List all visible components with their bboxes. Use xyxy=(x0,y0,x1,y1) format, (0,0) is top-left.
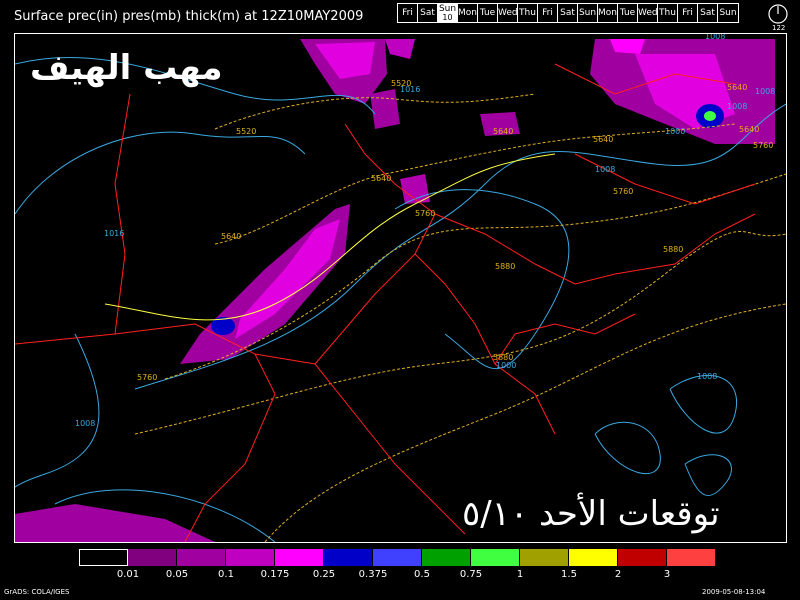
forecast-map: 5520 5520 5640 5640 5640 5640 5640 5760 … xyxy=(14,33,787,543)
legend-swatch xyxy=(275,549,324,566)
legend-tick-label: 0.75 xyxy=(459,569,483,580)
contour-label: 5520 xyxy=(236,127,256,136)
day-cell[interactable]: Sun xyxy=(718,4,738,22)
contour-label: 5760 xyxy=(753,141,773,150)
legend-swatch xyxy=(373,549,422,566)
contour-label: 1008 xyxy=(755,87,775,96)
day-cell[interactable]: Mon xyxy=(458,4,478,22)
legend-tick-label: 0.1 xyxy=(218,569,234,580)
contour-label: 5640 xyxy=(221,232,241,241)
day-cell[interactable]: Fri xyxy=(678,4,698,22)
day-cell[interactable]: Fri xyxy=(398,4,418,22)
contour-label: 1016 xyxy=(400,85,420,94)
map-title: Surface prec(in) pres(mb) thick(m) at 12… xyxy=(14,9,364,24)
overlay-title: مهب الهيف xyxy=(30,48,223,88)
day-cell[interactable]: Wed xyxy=(638,4,658,22)
contour-label: 1008 xyxy=(705,34,725,41)
day-cell[interactable]: Tue xyxy=(618,4,638,22)
legend-tick-label: 0.01 xyxy=(116,569,140,580)
legend-swatch xyxy=(128,549,177,566)
legend-swatch xyxy=(324,549,373,566)
contour-label: 5760 xyxy=(613,187,633,196)
day-cell[interactable]: Wed xyxy=(498,4,518,22)
day-selector[interactable]: Fri Sat Sun 10 Mon Tue Wed Thu Fri Sat Sun Mon Tue We… xyxy=(397,3,739,23)
color-legend xyxy=(79,549,716,566)
contour-label: 1000 xyxy=(665,127,685,136)
legend-tick-label: 0.05 xyxy=(165,569,189,580)
legend-tick-label: 0.5 xyxy=(414,569,430,580)
contour-label: 5760 xyxy=(137,373,157,382)
contour-label: 1016 xyxy=(104,229,124,238)
legend-swatch xyxy=(226,549,275,566)
legend-swatch xyxy=(79,549,128,566)
footer-credit: GrADS: COLA/IGES xyxy=(4,588,70,596)
precip-areas xyxy=(15,39,775,542)
day-cell[interactable]: Sun 10 xyxy=(438,4,458,22)
day-number: 10 xyxy=(442,13,453,22)
contour-label: 5640 xyxy=(739,125,759,134)
day-cell[interactable]: Sat xyxy=(558,4,578,22)
day-cell[interactable]: Thu xyxy=(518,4,538,22)
contour-label: 1008 xyxy=(697,372,717,381)
legend-swatch xyxy=(667,549,716,566)
map-canvas: 5520 5520 5640 5640 5640 5640 5640 5760 … xyxy=(15,34,786,542)
legend-swatch xyxy=(569,549,618,566)
clock-label: 122 xyxy=(772,24,786,32)
contour-label: 5640 xyxy=(371,174,391,183)
day-cell[interactable]: Sat xyxy=(698,4,718,22)
footer-timestamp: 2009-05-08-13:04 xyxy=(702,588,766,596)
legend-swatch xyxy=(618,549,667,566)
legend-tick-label: 3 xyxy=(663,569,671,580)
legend-swatch xyxy=(422,549,471,566)
contour-label: 5640 xyxy=(493,127,513,136)
legend-tick-label: 2 xyxy=(614,569,622,580)
legend-tick-label: 1.5 xyxy=(561,569,577,580)
day-cell[interactable]: Tue xyxy=(478,4,498,22)
contour-label: 5640 xyxy=(727,83,747,92)
contour-label: 5880 xyxy=(663,245,683,254)
legend-tick-label: 0.175 xyxy=(260,569,290,580)
day-cell[interactable]: Fri xyxy=(538,4,558,22)
legend-tick-label: 0.375 xyxy=(358,569,388,580)
legend-tick-label: 1 xyxy=(516,569,524,580)
borders xyxy=(15,63,756,542)
contour-label: 1008 xyxy=(727,102,747,111)
day-cell[interactable]: Sun xyxy=(578,4,598,22)
contour-label: 5640 xyxy=(593,135,613,144)
legend-tick-label: 0.25 xyxy=(312,569,336,580)
contour-label: 1000 xyxy=(496,361,516,370)
legend-swatch xyxy=(520,549,569,566)
legend-ticks: 0.01 0.05 0.1 0.175 0.25 0.375 0.5 0.75 1 1.5 2 3 xyxy=(79,569,719,581)
legend-swatch xyxy=(471,549,520,566)
clock-icon xyxy=(768,4,788,24)
day-cell[interactable]: Thu xyxy=(658,4,678,22)
contour-label: 1008 xyxy=(595,165,615,174)
overlay-subtitle: توقعات الأحد ٥/١٠ xyxy=(462,494,720,534)
legend-swatch xyxy=(177,549,226,566)
contour-label: 1008 xyxy=(75,419,95,428)
contour-label: 5880 xyxy=(495,262,515,271)
day-cell[interactable]: Mon xyxy=(598,4,618,22)
day-cell[interactable]: Sat xyxy=(418,4,438,22)
contour-label: 5760 xyxy=(415,209,435,218)
